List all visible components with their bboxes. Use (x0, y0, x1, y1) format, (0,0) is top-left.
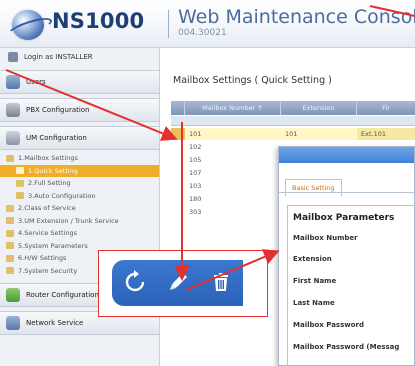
row-selector[interactable] (171, 154, 185, 166)
folder-icon (6, 254, 14, 262)
dialog-title-bar[interactable] (279, 147, 414, 163)
sidebar-section-label: PBX Configuration (26, 106, 90, 114)
sidebar-section-pbx[interactable]: PBX Configuration (0, 98, 159, 122)
folder-icon (6, 229, 14, 237)
sidebar-section-um[interactable]: UM Configuration (0, 126, 159, 150)
sidebar-section-label: Users (26, 78, 46, 86)
sidebar-section-users[interactable]: Users (0, 70, 159, 94)
sidebar: Login as INSTALLER Users PBX Configurati… (0, 48, 160, 366)
column-label: Extension (302, 104, 335, 112)
brand-name: NS1000 (52, 9, 145, 33)
folder-icon (6, 267, 14, 275)
row-selector[interactable] (171, 193, 185, 205)
tree-item-class-of-service[interactable]: 2.Class of Service (0, 202, 159, 215)
delete-trash-icon[interactable] (206, 267, 236, 297)
cell-extension: 101 (285, 130, 298, 138)
console-title: Web Maintenance Console (178, 6, 415, 28)
cell-mailbox: 107 (189, 169, 202, 177)
zoom-callout (98, 250, 268, 317)
tree-item-label: 4.Service Settings (18, 229, 77, 238)
table-row[interactable]: 101 101 Ext.101 (171, 128, 415, 140)
tree-item-full-setting[interactable]: 2.Full Setting (0, 177, 159, 190)
row-selector[interactable] (171, 206, 185, 218)
user-icon (8, 52, 18, 62)
tree-item-label: 1.Quick Setting (28, 166, 78, 175)
sidebar-section-label: Router Configuration (26, 291, 99, 299)
tree-item-label: 7.System Security (18, 266, 78, 275)
field-label-last-name: Last Name (293, 299, 335, 307)
column-label: Fir (382, 104, 390, 112)
tree-item-label: 3.UM Extension / Trunk Service (18, 216, 119, 225)
app-header: NS1000 Web Maintenance Console 004.30021 (0, 0, 415, 48)
cell-mailbox: 303 (189, 208, 202, 216)
page-icon (16, 179, 24, 187)
edit-pencil-icon[interactable] (163, 267, 193, 297)
row-selector[interactable] (171, 180, 185, 192)
column-header-mailbox-number[interactable]: Mailbox Number ↑ (185, 101, 281, 115)
pbx-icon (6, 103, 20, 117)
router-icon (6, 288, 20, 302)
tree-item-mailbox-settings[interactable]: 1.Mailbox Settings (0, 152, 159, 165)
login-text: Login as INSTALLER (24, 53, 93, 61)
page-title: Mailbox Settings ( Quick Setting ) (173, 75, 332, 86)
globe-logo-icon (12, 10, 44, 40)
cell-mailbox: 102 (189, 143, 202, 151)
header-divider (168, 10, 169, 38)
tree-item-label: 2.Class of Service (18, 204, 76, 213)
folder-icon (6, 154, 14, 162)
folder-icon (6, 204, 14, 212)
network-icon (6, 316, 20, 330)
page-icon (16, 192, 24, 200)
field-label-mailbox-password: Mailbox Password (293, 321, 364, 329)
sort-icon: ↑ (257, 104, 263, 112)
select-column-header[interactable] (171, 101, 185, 115)
mailbox-edit-dialog: Basic Setting Mailbox Parameters Mailbox… (278, 146, 415, 366)
tab-divider (279, 192, 415, 193)
tree-item-label: 6.H/W Settings (18, 254, 67, 263)
cell-mailbox: 103 (189, 182, 202, 190)
page-icon (16, 167, 24, 175)
field-label-mailbox-password-message: Mailbox Password (Messag (293, 343, 400, 351)
field-label-first-name: First Name (293, 277, 337, 285)
cell-mailbox: 180 (189, 195, 202, 203)
tree-item-quick-setting[interactable]: 1.Quick Setting (0, 164, 159, 177)
row-selector[interactable] (171, 167, 185, 179)
tree-item-um-extension[interactable]: 3.UM Extension / Trunk Service (0, 215, 159, 228)
tab-basic-setting[interactable]: Basic Setting (285, 179, 342, 197)
table-header: Mailbox Number ↑ Extension Fir (171, 101, 415, 115)
mailbox-parameters-group (287, 205, 415, 366)
field-label-extension: Extension (293, 255, 332, 263)
tree-item-label: 5.System Parameters (18, 241, 88, 250)
login-status: Login as INSTALLER (0, 48, 159, 66)
tree-item-label: 2.Full Setting (28, 179, 71, 188)
cell-mailbox: 105 (189, 156, 202, 164)
tree-item-label: 1.Mailbox Settings (18, 154, 78, 163)
field-label-mailbox-number: Mailbox Number (293, 234, 358, 242)
row-selector[interactable] (171, 128, 185, 140)
refresh-icon[interactable] (120, 267, 150, 297)
column-header-extension[interactable]: Extension (281, 101, 357, 115)
tree-item-label: 3.Auto Configuration (28, 191, 96, 200)
tree-item-auto-configuration[interactable]: 3.Auto Configuration (0, 190, 159, 203)
sidebar-section-label: UM Configuration (26, 134, 87, 142)
folder-icon (6, 217, 14, 225)
section-title: Mailbox Parameters (291, 213, 397, 223)
tree-item-service-settings[interactable]: 4.Service Settings (0, 227, 159, 240)
version-number: 004.30021 (178, 28, 227, 38)
users-icon (6, 75, 20, 89)
folder-icon (6, 242, 14, 250)
dialog-tabs: Basic Setting (285, 175, 342, 197)
column-header-first-name[interactable]: Fir (357, 101, 415, 115)
action-toolbar (112, 260, 243, 306)
sidebar-section-label: Network Service (26, 319, 84, 327)
column-label: Mailbox Number (202, 104, 256, 112)
cell-mailbox: 101 (189, 130, 202, 138)
filter-row[interactable] (171, 116, 415, 126)
cell-first-name: Ext.101 (357, 128, 415, 140)
row-selector[interactable] (171, 141, 185, 153)
um-configuration-icon (6, 131, 20, 145)
